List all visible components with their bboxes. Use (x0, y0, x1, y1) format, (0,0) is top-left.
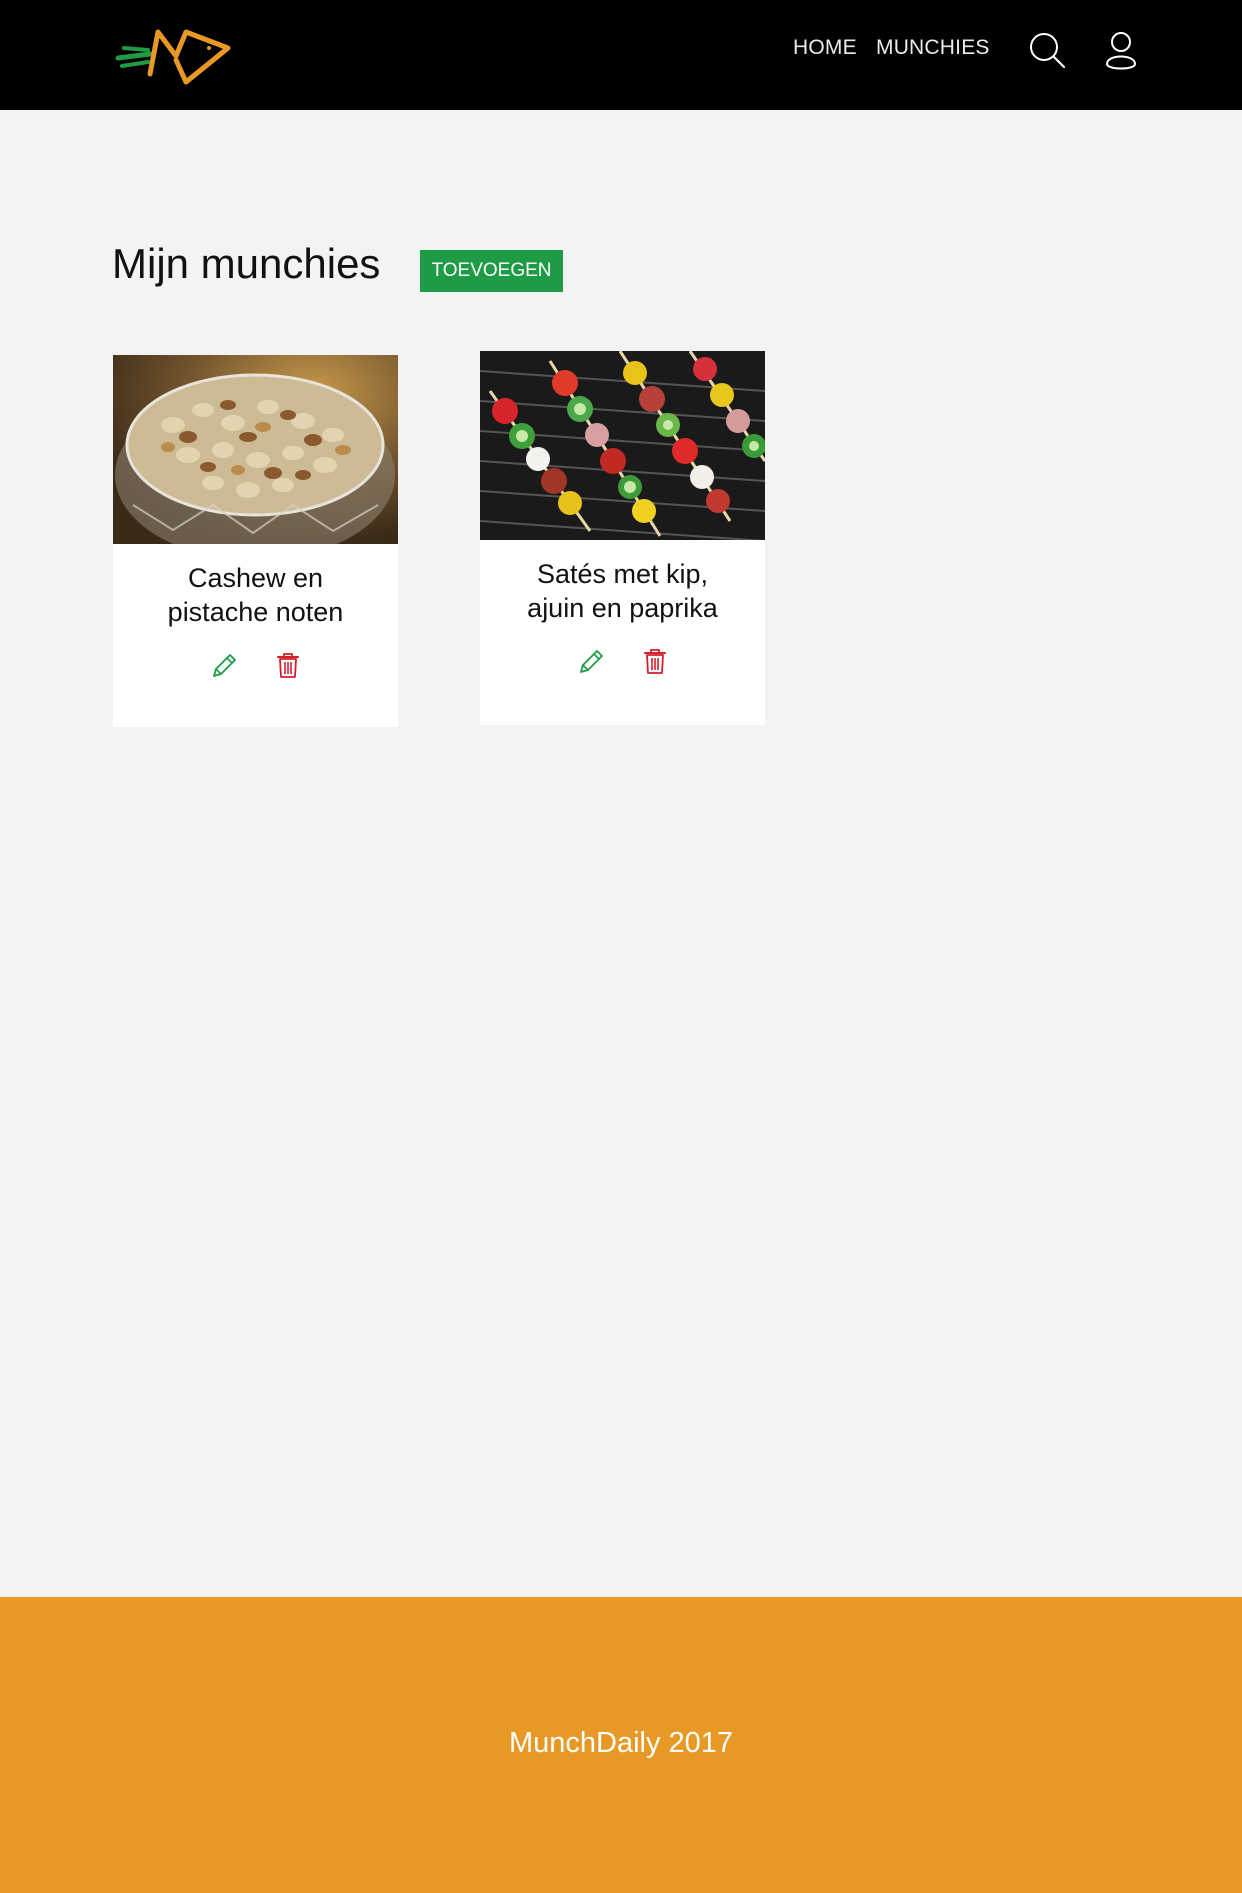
user-icon (1105, 32, 1137, 70)
delete-munchie-button[interactable] (273, 650, 303, 680)
site-footer: MunchDaily 2017 (0, 1597, 1242, 1893)
pencil-icon (580, 650, 603, 673)
edit-munchie-button[interactable] (577, 646, 607, 676)
munchie-card: Satés met kip, ajuin en paprika (480, 351, 765, 725)
munchdaily-logo[interactable] (114, 26, 234, 86)
card-actions (480, 646, 765, 678)
trash-icon (644, 649, 666, 674)
card-actions (113, 650, 398, 682)
munchie-title[interactable]: Cashew en pistache noten (123, 561, 388, 629)
search-button[interactable] (1027, 30, 1067, 70)
trash-icon (277, 653, 299, 678)
pencil-icon (213, 654, 236, 677)
delete-munchie-button[interactable] (640, 646, 670, 676)
edit-munchie-button[interactable] (210, 650, 240, 680)
add-munchie-button[interactable]: TOEVOEGEN (420, 250, 563, 292)
munchie-card: Cashew en pistache noten (113, 355, 398, 727)
munchie-image (480, 351, 765, 540)
nav-home-link[interactable]: HOME (793, 36, 857, 60)
munchie-title[interactable]: Satés met kip, ajuin en paprika (490, 557, 755, 625)
nav-munchies-link[interactable]: MUNCHIES (876, 36, 990, 60)
search-icon (1030, 33, 1066, 69)
munchie-image (113, 355, 398, 544)
user-account-button[interactable] (1101, 30, 1141, 70)
page-title: Mijn munchies (112, 240, 381, 287)
footer-copyright: MunchDaily 2017 (508, 1727, 734, 1759)
top-navigation-bar: HOME MUNCHIES (0, 0, 1242, 110)
